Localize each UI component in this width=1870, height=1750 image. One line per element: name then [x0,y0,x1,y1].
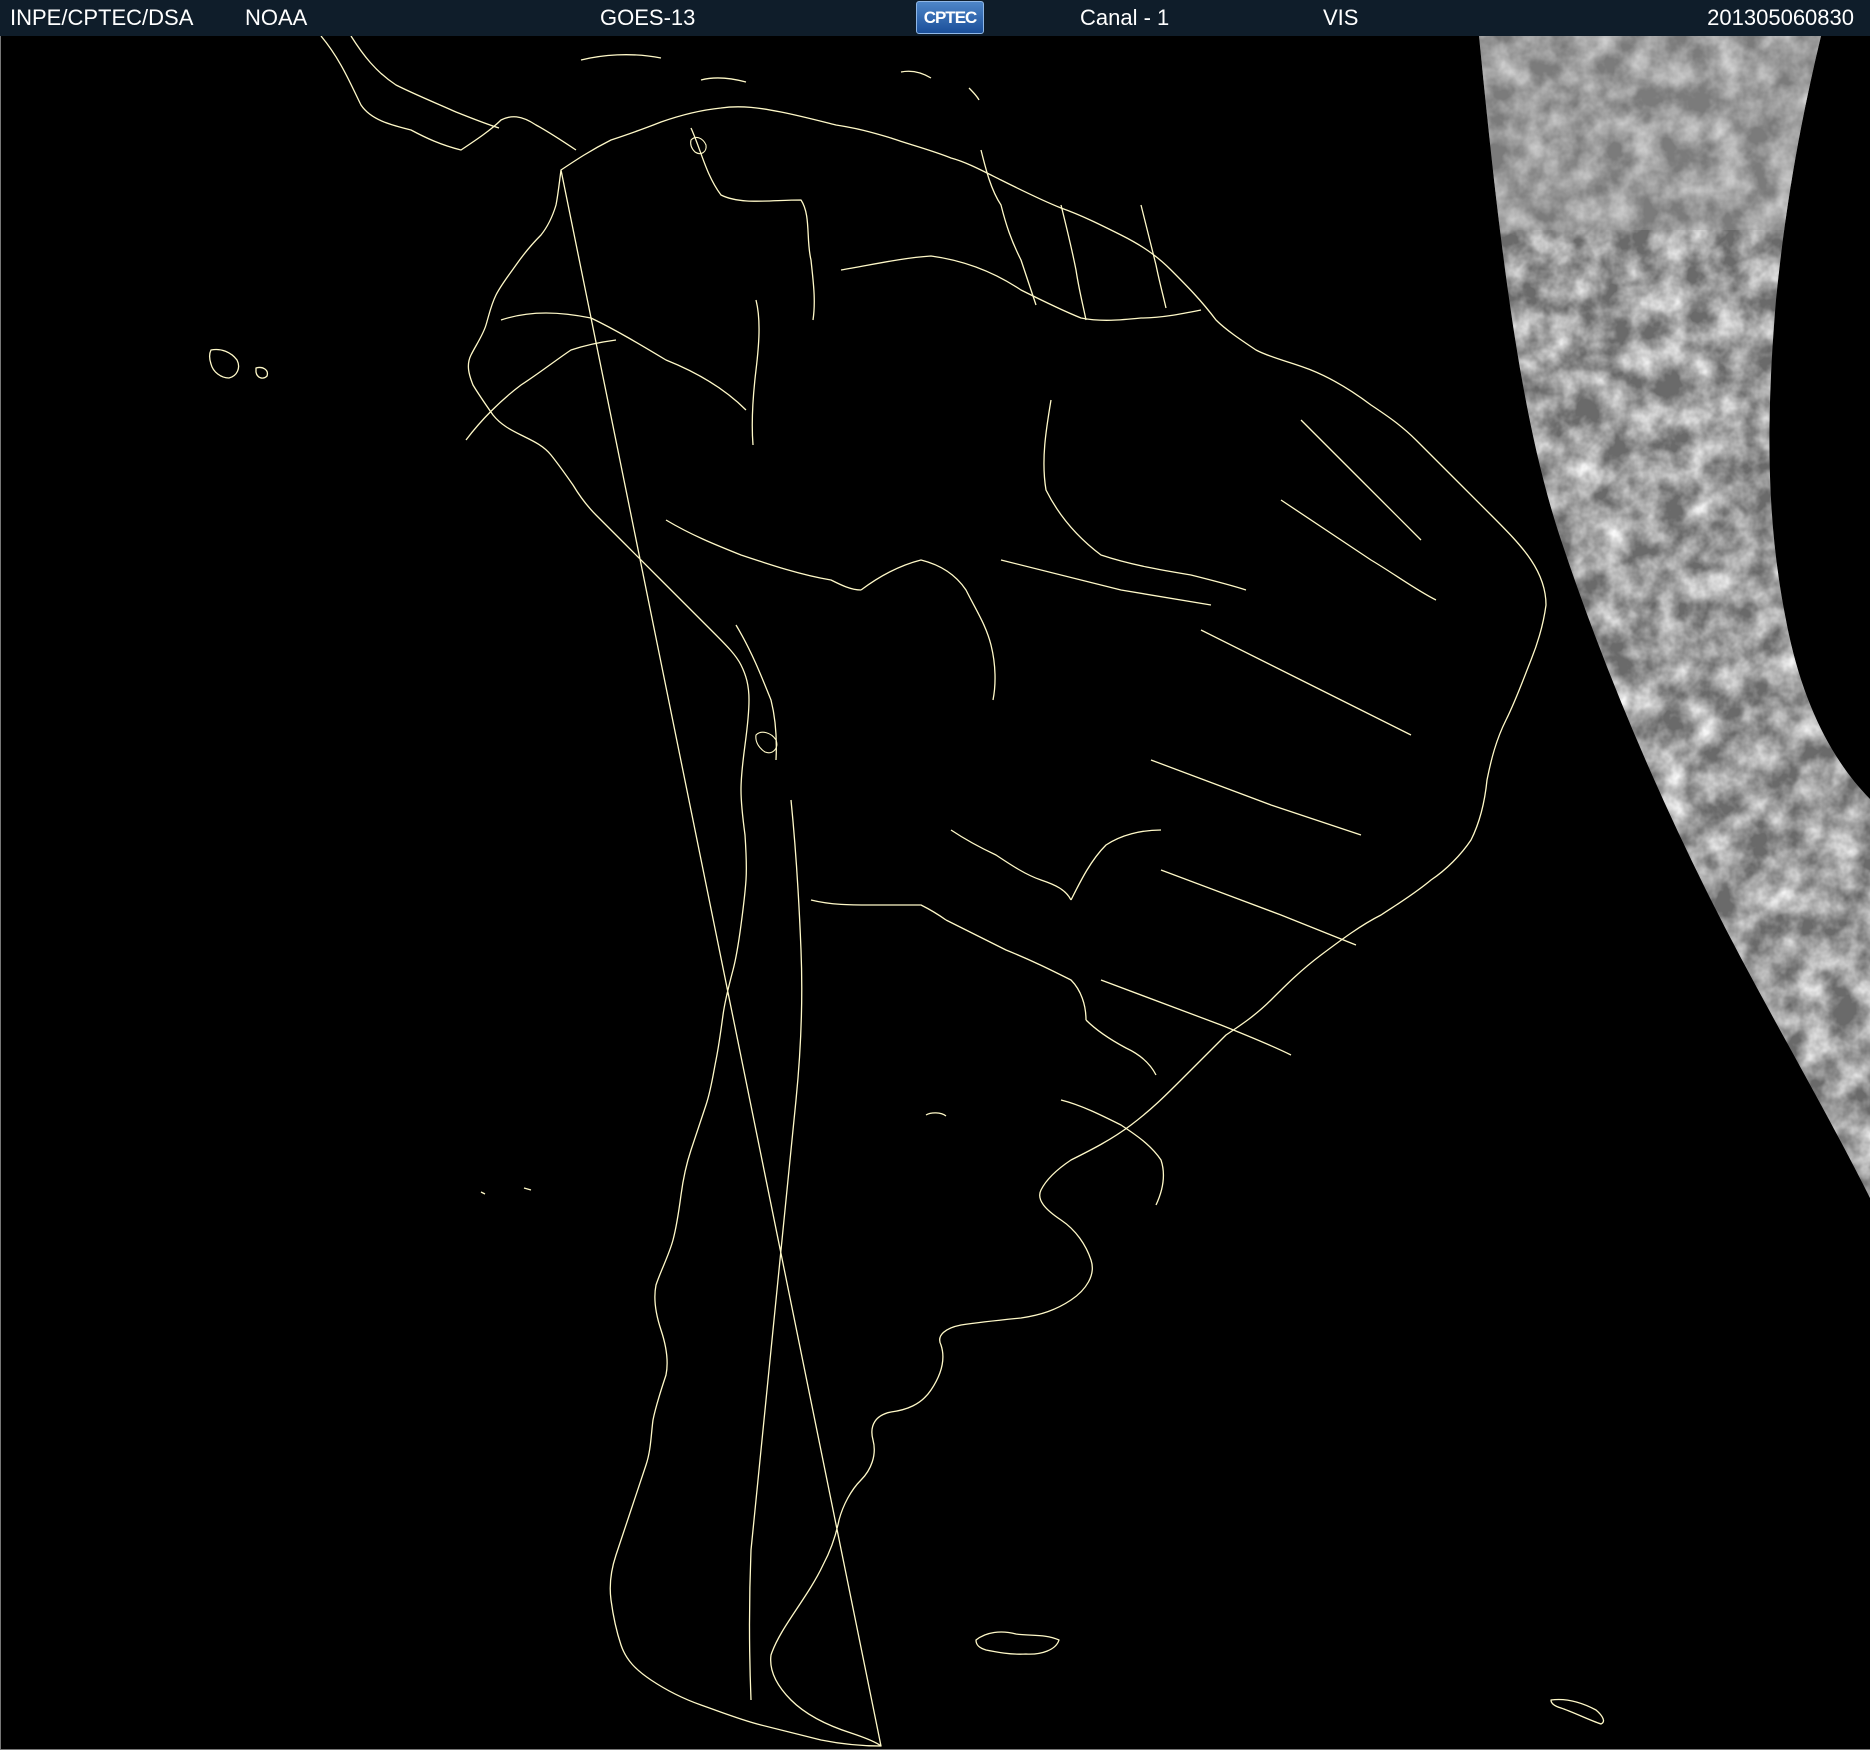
band-label: VIS [1323,5,1359,30]
border-peru-brazil [665,519,862,591]
map-borders [208,36,1605,1747]
border-ecuador-peru [465,339,617,441]
border-brazil-internal-1 [1300,419,1422,541]
caribbean-islands [580,54,980,101]
cptec-logo-icon: CPTEC [916,1,984,34]
source-label: NOAA [245,5,308,30]
south-america-coast [467,106,1547,1747]
lakes [690,136,778,754]
daylight-cloud-region [1479,36,1870,1200]
south-georgia [1550,1698,1605,1725]
falkland-islands [975,1631,1060,1655]
satellite-label: GOES-13 [600,5,696,30]
logo-text: CPTEC [923,8,978,27]
border-brazil-internal-4 [1150,759,1362,836]
border-colombia-venezuela [690,127,815,321]
channel-label: Canal - 1 [1080,5,1170,30]
central-america-coast [320,36,577,151]
map-svg [208,36,1870,1747]
border-colombia-brazil [751,299,760,446]
border-brazil-internal-6 [1100,979,1292,1056]
border-argentina-brazil [1085,1019,1157,1076]
border-bolivia-argentina [810,899,947,921]
border-brazil-internal-5 [1160,869,1357,946]
agency-label: INPE/CPTEC/DSA [10,5,194,30]
galapagos-islands [208,348,269,379]
border-brazil-internal-2 [1280,499,1437,601]
border-brazil-states-north [1043,399,1247,591]
timestamp-label: 201305060830 [1707,5,1854,30]
border-brazil-internal-3 [1200,629,1412,736]
border-venezuela-brazil [840,255,1202,321]
border-guyana-suriname [1060,204,1087,321]
border-bolivia-brazil [860,559,996,701]
border-brazil-internal-7 [1000,559,1212,606]
border-uruguay [1060,1099,1165,1206]
image-header-bar: INPE/CPTEC/DSA NOAA GOES-13 CPTEC Canal … [0,0,1870,37]
border-paraguay-argentina [945,919,1087,1021]
border-chile-argentina [748,799,803,1701]
border-suriname-fguiana [1140,204,1167,309]
satellite-map [0,36,1870,1750]
satellite-image-viewer: INPE/CPTEC/DSA NOAA GOES-13 CPTEC Canal … [0,0,1870,1750]
small-islands [480,1112,947,1195]
lake-titicaca [755,731,778,754]
border-bolivia-paraguay [950,829,1072,901]
border-paraguay-brazil [1070,829,1162,901]
border-colombia-ecuador-peru [500,312,747,411]
